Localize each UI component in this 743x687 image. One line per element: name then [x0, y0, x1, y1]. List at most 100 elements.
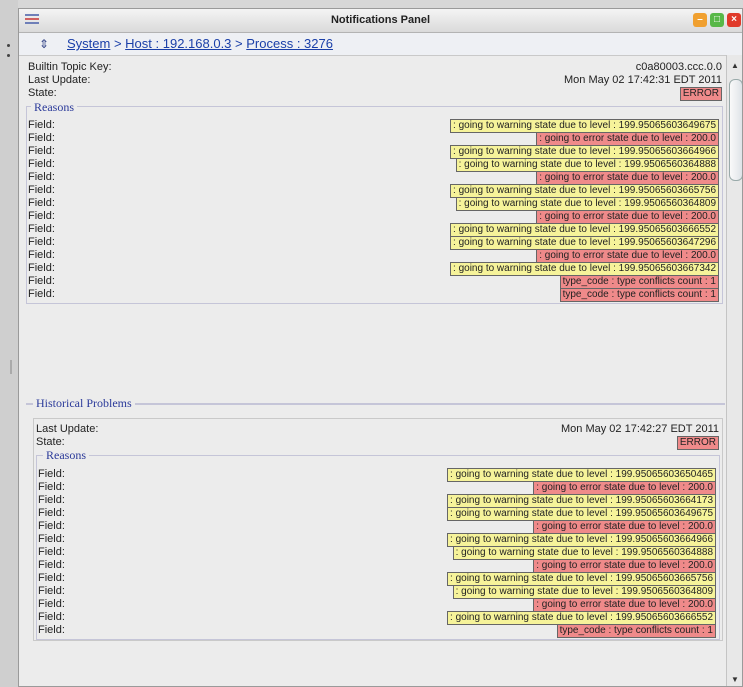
reason-field-row: Field: : going to error state due to leve… — [27, 249, 722, 263]
edge-dot — [7, 44, 10, 47]
field-label: Field: — [38, 611, 65, 623]
breadcrumb-process-link[interactable]: Process : 3276 — [246, 36, 333, 51]
reason-field-row: Field:: going to warning state due to le… — [37, 533, 719, 547]
hist-state-row: State: ERROR — [34, 436, 722, 450]
scrollbar-thumb[interactable] — [729, 79, 742, 181]
reason-field-row: Field: : going to error state due to leve… — [27, 132, 722, 146]
warning-reason-badge: : going to warning state due to level : … — [450, 236, 719, 250]
warning-reason-badge: : going to warning state due to level : … — [447, 494, 716, 508]
hist-reasons-list: Field:: going to warning state due to le… — [37, 468, 719, 638]
vertical-scrollbar[interactable]: ▲ ▼ — [726, 55, 742, 686]
close-icon[interactable]: × — [727, 13, 741, 27]
error-reason-badge: : going to error state due to level : 20… — [533, 520, 716, 534]
minimize-icon[interactable]: – — [693, 13, 707, 27]
reason-field-row: Field: : going to warning state due to le… — [27, 145, 722, 159]
reasons-list: Field:: going to warning state due to le… — [27, 119, 722, 302]
pin-icon[interactable]: ⇕ — [39, 37, 49, 51]
warning-reason-badge: : going to warning state due to level : … — [447, 611, 716, 625]
error-reason-badge: : going to error state due to level : 20… — [536, 249, 719, 263]
field-label: Field: — [28, 249, 55, 261]
state-label: State: — [28, 87, 57, 99]
reason-field-row: Field: : going to warning state due to le… — [27, 158, 722, 172]
reason-field-row: Field: type_code : type conflicts count :… — [27, 288, 722, 302]
field-label: Field: — [38, 494, 65, 506]
reason-field-row: Field: : going to error state due to leve… — [27, 210, 722, 224]
reason-field-row: Field:: going to warning state due to le… — [37, 585, 719, 599]
error-reason-badge: type_code : type conflicts count : 1 — [559, 275, 719, 289]
historical-problems-group: Historical Problems Last Update: Mon May… — [26, 396, 725, 641]
reason-field-row: Field: : going to warning state due to le… — [37, 507, 719, 521]
field-label: Field: — [38, 507, 65, 519]
field-label: Field: — [28, 197, 55, 209]
maximize-icon[interactable]: □ — [710, 13, 724, 27]
reason-field-row: Field: type_code : type conflicts count :… — [27, 275, 722, 289]
warning-reason-badge: : going to warning state due to level : … — [450, 119, 719, 133]
hist-last-update-value: Mon May 02 17:42:27 EDT 2011 — [561, 423, 719, 435]
last-update-label: Last Update: — [28, 74, 91, 86]
reason-field-row: Field: : going to error state due to leve… — [37, 559, 719, 573]
field-label: Field: — [28, 171, 55, 183]
reason-field-row: Field: : going to warning state due to le… — [37, 494, 719, 508]
historical-problems-title: Historical Problems — [33, 396, 135, 411]
warning-reason-badge: : going to warning state due to level : … — [450, 223, 719, 237]
state-badge: ERROR — [679, 87, 722, 101]
field-label: Field: — [28, 223, 55, 235]
field-label: Field: — [28, 158, 55, 170]
warning-reason-badge: : going to warning state due to level : … — [450, 184, 719, 198]
error-reason-badge: : going to error state due to level : 20… — [533, 481, 716, 495]
field-label: Field: — [28, 132, 55, 144]
reason-field-row: Field:: going to warning state due to le… — [27, 184, 722, 198]
breadcrumb-host-link[interactable]: Host : 192.168.0.3 — [125, 36, 231, 51]
error-reason-badge: : going to error state due to level : 20… — [536, 171, 719, 185]
field-label: Field: — [38, 598, 65, 610]
scroll-up-icon[interactable]: ▲ — [731, 61, 739, 70]
reason-field-row: Field: : going to warning state due to le… — [37, 572, 719, 586]
scroll-down-icon[interactable]: ▼ — [731, 675, 739, 684]
warning-reason-badge: : going to warning state due to level : … — [447, 533, 716, 547]
error-reason-badge: : going to error state due to level : 20… — [533, 598, 716, 612]
window-title: Notifications Panel — [330, 14, 431, 26]
last-update-value: Mon May 02 17:42:31 EDT 2011 — [564, 74, 722, 86]
field-label: Field: — [38, 624, 65, 636]
reason-field-row: Field: : going to error state due to leve… — [37, 598, 719, 612]
topic-key-value: c0a80003.ccc.0.0 — [635, 61, 722, 73]
field-label: Field: — [28, 275, 55, 287]
field-label: Field: — [28, 145, 55, 157]
notifications-window: Notifications Panel – □ × ⇕ System > Hos… — [18, 8, 743, 687]
error-reason-badge: : going to error state due to level : 20… — [536, 132, 719, 146]
field-label: Field: — [28, 236, 55, 248]
reason-field-row: Field: : going to error state due to leve… — [27, 171, 722, 185]
left-edge-strip — [0, 0, 18, 687]
hist-last-update-row: Last Update: Mon May 02 17:42:27 EDT 201… — [34, 423, 722, 436]
breadcrumb-separator: > — [110, 36, 126, 51]
last-update-row: Last Update: Mon May 02 17:42:31 EDT 201… — [19, 74, 725, 87]
reason-field-row: Field:: going to error state due to leve… — [37, 520, 719, 534]
reason-field-row: Field:: going to warning state due to le… — [27, 197, 722, 211]
field-label: Field: — [28, 262, 55, 274]
field-label: Field: — [38, 559, 65, 571]
reason-field-row: Field:: going to warning state due to le… — [27, 119, 722, 133]
title-bar[interactable]: Notifications Panel – □ × — [19, 9, 742, 33]
error-reason-badge: type_code : type conflicts count : 1 — [556, 624, 716, 638]
field-label: Field: — [28, 210, 55, 222]
warning-reason-badge: : going to warning state due to level : … — [447, 507, 716, 521]
breadcrumb-path: System > Host : 192.168.0.3 > Process : … — [67, 36, 333, 51]
error-reason-badge: : going to error state due to level : 20… — [533, 559, 716, 573]
hist-state-badge: ERROR — [676, 436, 719, 450]
warning-reason-badge: : going to warning state due to level : … — [447, 572, 716, 586]
reason-field-row: Field: : going to warning state due to le… — [37, 611, 719, 625]
reason-field-row: Field:: going to error state due to leve… — [37, 481, 719, 495]
edge-handle[interactable] — [10, 360, 12, 374]
field-label: Field: — [38, 546, 65, 558]
warning-reason-badge: : going to warning state due to level : … — [455, 158, 719, 172]
topic-key-label: Builtin Topic Key: — [28, 61, 112, 73]
breadcrumb-system-link[interactable]: System — [67, 36, 110, 51]
warning-reason-badge: : going to warning state due to level : … — [450, 145, 719, 159]
error-reason-badge: : going to error state due to level : 20… — [536, 210, 719, 224]
reasons-group: Reasons Field:: going to warning state d… — [26, 100, 723, 304]
hist-reasons-group: Reasons Field:: going to warning state d… — [36, 448, 720, 640]
reason-field-row: Field:: going to warning state due to le… — [27, 262, 722, 276]
breadcrumb-separator: > — [231, 36, 247, 51]
field-label: Field: — [28, 288, 55, 300]
field-label: Field: — [38, 572, 65, 584]
